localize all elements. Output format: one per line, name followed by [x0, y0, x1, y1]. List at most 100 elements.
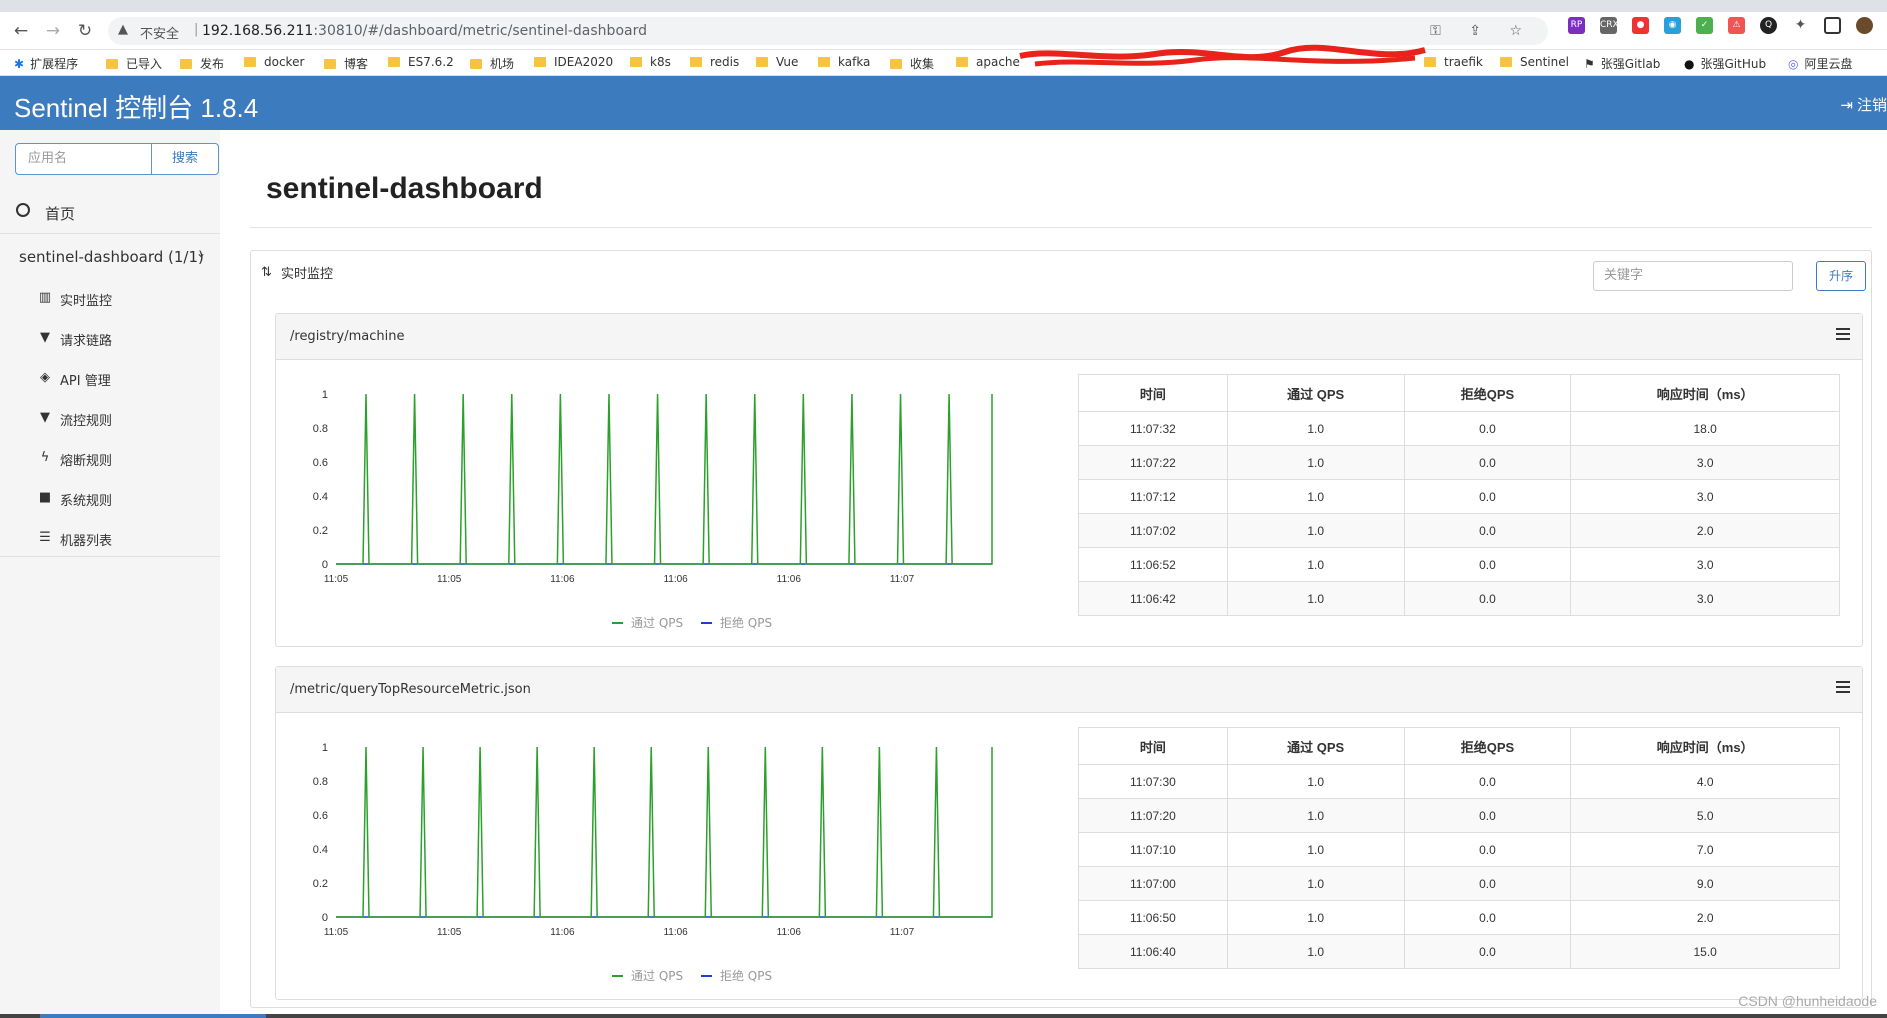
- sidebar-item-degrade[interactable]: ϟ 熔断规则: [0, 438, 220, 478]
- bookmark-item[interactable]: apache: [956, 55, 1020, 69]
- table-cell: 0.0: [1403, 764, 1572, 799]
- x-tick-label: 11:06: [777, 574, 802, 585]
- legend-label[interactable]: 拒绝 QPS: [720, 616, 772, 630]
- folder-icon: [630, 57, 642, 67]
- bookmark-item[interactable]: Sentinel: [1500, 55, 1569, 69]
- omnibox-actions[interactable]: ⚿ ⇪ ☆: [1430, 23, 1534, 39]
- bookmark-item[interactable]: redis: [690, 55, 739, 69]
- divider: [0, 556, 220, 557]
- menu-icon[interactable]: [1836, 328, 1850, 340]
- sidebar-item-system[interactable]: ■ 系统规则: [0, 478, 220, 518]
- extension-icon[interactable]: ✓: [1696, 17, 1713, 34]
- legend-label[interactable]: 通过 QPS: [631, 616, 683, 630]
- lock-icon: ■: [38, 490, 52, 505]
- table-row: 11:06:40 1.0 0.0 15.0: [1078, 934, 1840, 969]
- redaction-scribble: [1019, 44, 1426, 67]
- avatar[interactable]: [1856, 17, 1873, 34]
- folder-icon: [388, 57, 400, 67]
- column-header: 响应时间（ms）: [1570, 727, 1840, 765]
- sidebar-item-realtime[interactable]: ▥ 实时监控: [0, 278, 220, 318]
- bookmark-item[interactable]: docker: [244, 55, 304, 69]
- realtime-monitor-panel: ⇅ 实时监控 关键字 升序 /registry/machine 0 0.2 0.4 0…: [250, 250, 1872, 1008]
- extension-icon[interactable]: ●: [1632, 17, 1649, 34]
- column-header: 拒绝QPS: [1403, 374, 1572, 412]
- bookmark-item[interactable]: IDEA2020: [534, 55, 613, 69]
- bookmark-item[interactable]: Vue: [756, 55, 798, 69]
- table-cell: 11:07:22: [1078, 445, 1228, 480]
- metrics-table: 时间 通过 QPS 拒绝QPS 响应时间（ms） 11:07:30 1.0 0.0 4…: [1078, 727, 1840, 969]
- bookmark-item[interactable]: 已导入: [106, 55, 162, 72]
- extension-icon[interactable]: CRX: [1600, 17, 1619, 34]
- table-row: 11:07:10 1.0 0.0 7.0: [1078, 832, 1840, 867]
- x-tick-label: 11:05: [437, 574, 462, 585]
- forward-icon[interactable]: →: [42, 20, 64, 42]
- legend-label[interactable]: 通过 QPS: [631, 969, 683, 983]
- legend-swatch-block: [700, 975, 712, 977]
- resource-card-header: /registry/machine: [276, 314, 1862, 360]
- puzzle-icon[interactable]: ✦: [1792, 17, 1809, 34]
- keyword-input[interactable]: 关键字: [1593, 261, 1793, 291]
- extension-icon[interactable]: RP: [1568, 17, 1585, 34]
- reload-icon[interactable]: ↻: [74, 20, 96, 42]
- bookmark-item[interactable]: ⚑ 张强Gitlab: [1584, 55, 1660, 72]
- bookmark-item[interactable]: k8s: [630, 55, 671, 69]
- bookmark-item[interactable]: ● 张强GitHub: [1684, 55, 1766, 72]
- folder-icon: [890, 59, 902, 69]
- bookmark-item[interactable]: 机场: [470, 55, 514, 72]
- table-cell: 1.0: [1226, 581, 1405, 616]
- sidebar-item-label: 实时监控: [60, 294, 113, 309]
- table-cell: 11:06:50: [1078, 900, 1228, 935]
- metrics-table: 时间 通过 QPS 拒绝QPS 响应时间（ms） 11:07:32 1.0 0.0 1…: [1078, 374, 1840, 616]
- extension-icon[interactable]: ⚠: [1728, 17, 1745, 34]
- app-search-button[interactable]: 搜索: [151, 143, 219, 175]
- y-tick-label: 0.8: [313, 776, 328, 788]
- table-cell: 0.0: [1403, 411, 1572, 446]
- sidepanel-icon[interactable]: [1824, 17, 1841, 34]
- back-icon[interactable]: ←: [10, 20, 32, 42]
- sidebar-item-home[interactable]: 首页: [0, 190, 220, 234]
- table-cell: 0.0: [1403, 581, 1572, 616]
- menu-icon[interactable]: [1836, 681, 1850, 693]
- sidebar-item-machines[interactable]: ☰ 机器列表: [0, 518, 220, 558]
- table-cell: 11:07:00: [1078, 866, 1228, 901]
- extension-icon[interactable]: ◉: [1664, 17, 1681, 34]
- column-header: 响应时间（ms）: [1570, 374, 1840, 412]
- folder-icon: [244, 57, 256, 67]
- panel-title: 实时监控: [281, 267, 334, 282]
- url-text[interactable]: 192.168.56.211:30810/#/dashboard/metric/…: [202, 23, 647, 39]
- bookmark-item[interactable]: 发布: [180, 55, 224, 72]
- sidebar-item-chain[interactable]: ▼ 请求链路: [0, 318, 220, 358]
- table-cell: 0.0: [1403, 445, 1572, 480]
- y-tick-label: 0.4: [313, 844, 328, 856]
- table-header-row: 时间 通过 QPS 拒绝QPS 响应时间（ms）: [1078, 727, 1840, 765]
- bookmark-item[interactable]: ◎ 阿里云盘: [1788, 55, 1853, 72]
- table-cell: 3.0: [1570, 547, 1840, 582]
- sort-order-button[interactable]: 升序: [1816, 261, 1866, 291]
- legend-label[interactable]: 拒绝 QPS: [720, 969, 772, 983]
- bookmark-item[interactable]: 收集: [890, 55, 934, 72]
- list-icon: ☰: [39, 530, 51, 545]
- bookmark-item[interactable]: ES7.6.2: [388, 55, 454, 69]
- address-bar[interactable]: ▲ 不安全 | 192.168.56.211:30810/#/dashboard…: [108, 17, 1548, 45]
- x-tick-label: 11:05: [437, 927, 462, 938]
- extension-icon[interactable]: Q: [1760, 17, 1777, 34]
- sidebar-item-flow[interactable]: ▼ 流控规则: [0, 398, 220, 438]
- logout-button[interactable]: ⇥ 注销: [1840, 94, 1887, 115]
- bookmarks-bar: ✱ 扩展程序 已导入 发布 docker 博客 ES7.6.2 机场 IDEA20…: [0, 50, 1887, 76]
- table-cell: 1.0: [1226, 900, 1405, 935]
- table-cell: 18.0: [1570, 411, 1840, 446]
- table-cell: 4.0: [1570, 764, 1840, 799]
- x-tick-label: 11:06: [550, 574, 575, 585]
- sidebar-item-api[interactable]: ◈ API 管理: [0, 358, 220, 398]
- sidebar-item-label: 熔断规则: [60, 454, 113, 469]
- bookmark-item[interactable]: 博客: [324, 55, 368, 72]
- app-search-input[interactable]: 应用名: [15, 143, 152, 175]
- sidebar-app-toggle[interactable]: sentinel-dashboard (1/1) ⌄: [0, 234, 220, 278]
- bookmark-item[interactable]: kafka: [818, 55, 870, 69]
- bookmark-item[interactable]: ✱ 扩展程序: [14, 55, 78, 72]
- qps-chart: 0 0.2 0.4 0.6 0.8 1 11:05 11:05 11:06 11:06 11:06 1…: [302, 374, 1012, 630]
- app-title[interactable]: Sentinel 控制台 1.8.4: [14, 88, 258, 125]
- table-cell: 2.0: [1570, 513, 1840, 548]
- folder-icon: [534, 57, 546, 67]
- x-tick-label: 11:05: [324, 927, 349, 938]
